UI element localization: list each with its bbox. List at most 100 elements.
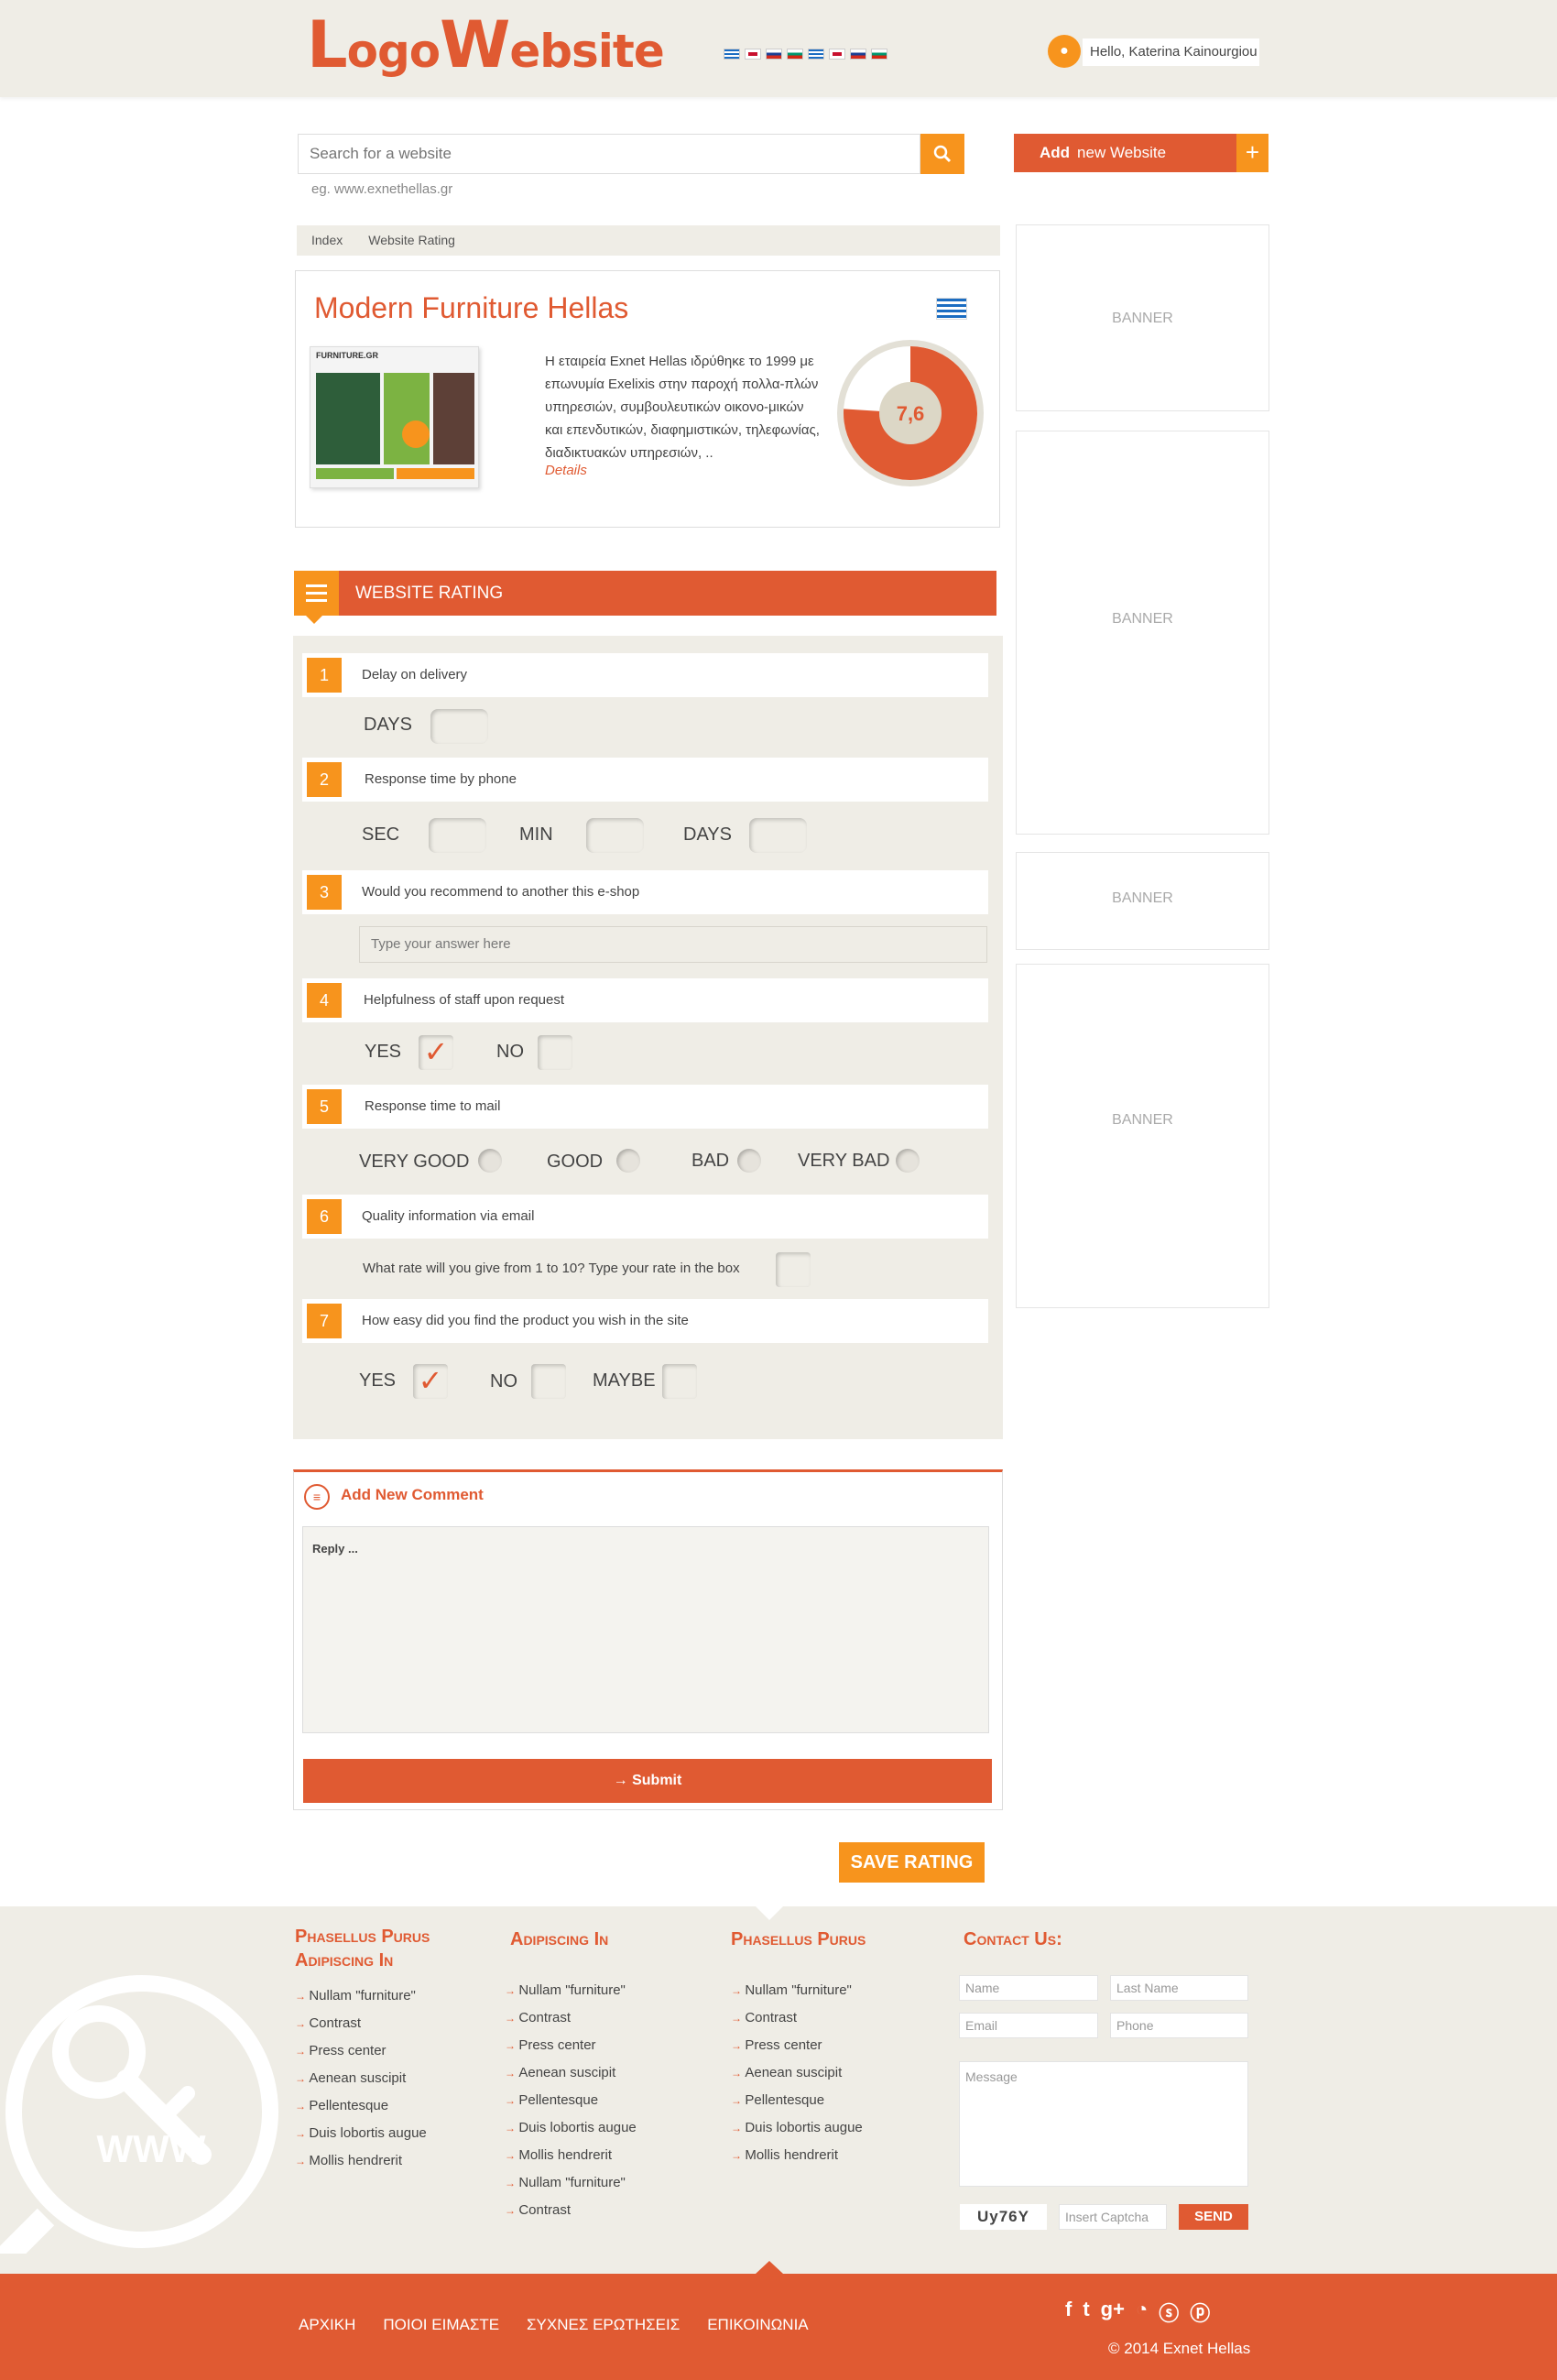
footer-link[interactable]: Nullam "furniture" xyxy=(295,1982,427,2010)
footer-link[interactable]: Contrast xyxy=(505,2197,637,2224)
nav-home[interactable]: ΑΡΧΙΚΗ xyxy=(299,2316,355,2334)
sec-label: SEC xyxy=(362,824,400,845)
min-label: MIN xyxy=(519,824,553,845)
google-plus-icon[interactable]: g+ xyxy=(1101,2298,1125,2327)
footer-link[interactable]: Nullam "furniture" xyxy=(505,2169,637,2197)
search-example: eg. www.exnethellas.gr xyxy=(311,181,453,197)
message-field[interactable]: Message xyxy=(959,2061,1248,2187)
details-link[interactable]: Details xyxy=(545,463,587,478)
email-field[interactable]: Email xyxy=(959,2013,1098,2038)
magnifier-icon: WWW xyxy=(0,1975,278,2254)
footer-link[interactable]: Press center xyxy=(731,2032,863,2059)
no-label: NO xyxy=(490,1371,517,1392)
banner[interactable]: BANNER xyxy=(1016,964,1269,1308)
footer-link[interactable]: Contrast xyxy=(731,2004,863,2032)
footer-link[interactable]: Press center xyxy=(505,2032,637,2059)
captcha-field[interactable]: Insert Captcha xyxy=(1059,2204,1167,2230)
no-checkbox[interactable] xyxy=(538,1035,572,1070)
reply-textarea[interactable]: Reply ... xyxy=(302,1526,989,1733)
no-checkbox[interactable] xyxy=(531,1364,566,1399)
plus-icon[interactable]: + xyxy=(1236,134,1268,172)
watermark-text: WWW xyxy=(97,2127,206,2170)
facebook-icon[interactable]: f xyxy=(1065,2298,1072,2327)
user-greeting[interactable]: Hello, Katerina Kainourgiou xyxy=(1083,38,1259,66)
logo[interactable]: LogoWebsite xyxy=(307,13,665,77)
maybe-checkbox[interactable] xyxy=(662,1364,697,1399)
flag-bulgaria-icon[interactable] xyxy=(787,49,803,60)
pinterest-icon[interactable]: ⓟ xyxy=(1190,2298,1210,2327)
save-rating-button[interactable]: SAVE RATING xyxy=(839,1842,985,1883)
footer-link[interactable]: Press center xyxy=(295,2037,427,2065)
send-button[interactable]: SEND xyxy=(1179,2204,1248,2230)
footer-link[interactable]: Aenean suscipit xyxy=(295,2065,427,2092)
rss-icon[interactable]: ◔ xyxy=(1136,2298,1148,2327)
footer-link[interactable]: Mollis hendrerit xyxy=(295,2147,427,2175)
twitter-icon[interactable]: t xyxy=(1083,2298,1089,2327)
nav-faq[interactable]: ΣΥΧΝΕΣ ΕΡΩΤΗΣΕΙΣ xyxy=(527,2316,680,2334)
nav-about[interactable]: ΠΟΙΟΙ ΕΙΜΑΣΤΕ xyxy=(383,2316,499,2334)
user-icon[interactable]: ● xyxy=(1048,35,1081,68)
footer-col1-list: Nullam "furniture" Contrast Press center… xyxy=(295,1982,427,2175)
yes-checkbox[interactable]: ✓ xyxy=(419,1035,453,1070)
yes-label: YES xyxy=(359,1370,397,1391)
days-input[interactable] xyxy=(430,709,488,744)
rate-input[interactable] xyxy=(776,1252,811,1287)
footer-col1-title: Phasellus Purus Adipiscing In xyxy=(295,1927,430,1971)
question-row: Quality information via email xyxy=(302,1195,988,1239)
social-links: f t g+ ◔ ⓢ ⓟ xyxy=(1065,2298,1210,2327)
question-number: 4 xyxy=(307,983,342,1018)
footer-link[interactable]: Duis lobortis augue xyxy=(295,2120,426,2147)
flag-uk-icon[interactable] xyxy=(745,49,761,60)
sec-input[interactable] xyxy=(429,818,486,853)
banner[interactable]: BANNER xyxy=(1016,224,1269,411)
footer-link[interactable]: Mollis hendrerit xyxy=(731,2142,863,2169)
very-bad-radio[interactable] xyxy=(896,1149,920,1173)
flag-greece-icon[interactable] xyxy=(724,49,740,60)
breadcrumb: Index Website Rating xyxy=(297,225,1000,256)
flag-russia-icon[interactable] xyxy=(766,49,782,60)
footer-link[interactable]: Contrast xyxy=(295,2010,427,2037)
search-input[interactable] xyxy=(298,134,920,174)
flag-uk-icon[interactable] xyxy=(829,49,845,60)
footer-link[interactable]: Contrast xyxy=(505,2004,637,2032)
phone-field[interactable]: Phone xyxy=(1110,2013,1248,2038)
banner[interactable]: BANNER xyxy=(1016,431,1269,835)
search-button[interactable] xyxy=(920,134,964,174)
flag-russia-icon[interactable] xyxy=(850,49,866,60)
answer-input[interactable]: Type your answer here xyxy=(359,926,987,963)
footer-link[interactable]: Nullam "furniture" xyxy=(731,1977,863,2004)
footer-link[interactable]: Pellentesque xyxy=(731,2087,863,2114)
footer-link[interactable]: Duis lobortis augue xyxy=(731,2114,862,2142)
contact-title: Contact Us: xyxy=(964,1929,1062,1949)
flag-bulgaria-icon[interactable] xyxy=(871,49,887,60)
add-website-button[interactable]: Add new Website xyxy=(1014,134,1236,172)
good-radio[interactable] xyxy=(616,1149,640,1173)
site-thumbnail[interactable]: FURNITURE.GR xyxy=(310,346,479,488)
question-row: Helpfulness of staff upon request xyxy=(302,978,988,1022)
very-good-radio[interactable] xyxy=(478,1149,502,1173)
banner[interactable]: BANNER xyxy=(1016,852,1269,950)
footer-nav: ΑΡΧΙΚΗ ΠΟΙΟΙ ΕΙΜΑΣΤΕ ΣΥΧΝΕΣ ΕΡΩΤΗΣΕΙΣ ΕΠ… xyxy=(299,2316,809,2334)
rating-donut: 7,6 xyxy=(837,340,984,486)
flag-greece-icon[interactable] xyxy=(808,49,824,60)
flag-greece-icon xyxy=(936,298,967,320)
footer-link[interactable]: Pellentesque xyxy=(295,2092,427,2120)
nav-contact[interactable]: ΕΠΙΚΟΙΝΩΝΙΑ xyxy=(707,2316,808,2334)
footer-link[interactable]: Duis lobortis augue xyxy=(505,2114,636,2142)
name-field[interactable]: Name xyxy=(959,1975,1098,2001)
footer-link[interactable]: Mollis hendrerit xyxy=(505,2142,637,2169)
days-input[interactable] xyxy=(749,818,807,853)
footer-link[interactable]: Pellentesque xyxy=(505,2087,637,2114)
footer-link[interactable]: Aenean suscipit xyxy=(731,2059,863,2087)
question-number: 2 xyxy=(307,762,342,797)
footer-link[interactable]: Aenean suscipit xyxy=(505,2059,637,2087)
bad-radio[interactable] xyxy=(737,1149,761,1173)
min-input[interactable] xyxy=(586,818,644,853)
rate-prompt: What rate will you give from 1 to 10? Ty… xyxy=(363,1261,740,1276)
skype-icon[interactable]: ⓢ xyxy=(1159,2298,1179,2327)
yes-checkbox[interactable]: ✓ xyxy=(413,1364,448,1399)
submit-button[interactable]: → Submit xyxy=(303,1759,992,1803)
last-name-field[interactable]: Last Name xyxy=(1110,1975,1248,2001)
breadcrumb-index[interactable]: Index xyxy=(311,233,343,247)
footer-link[interactable]: Nullam "furniture" xyxy=(505,1977,637,2004)
